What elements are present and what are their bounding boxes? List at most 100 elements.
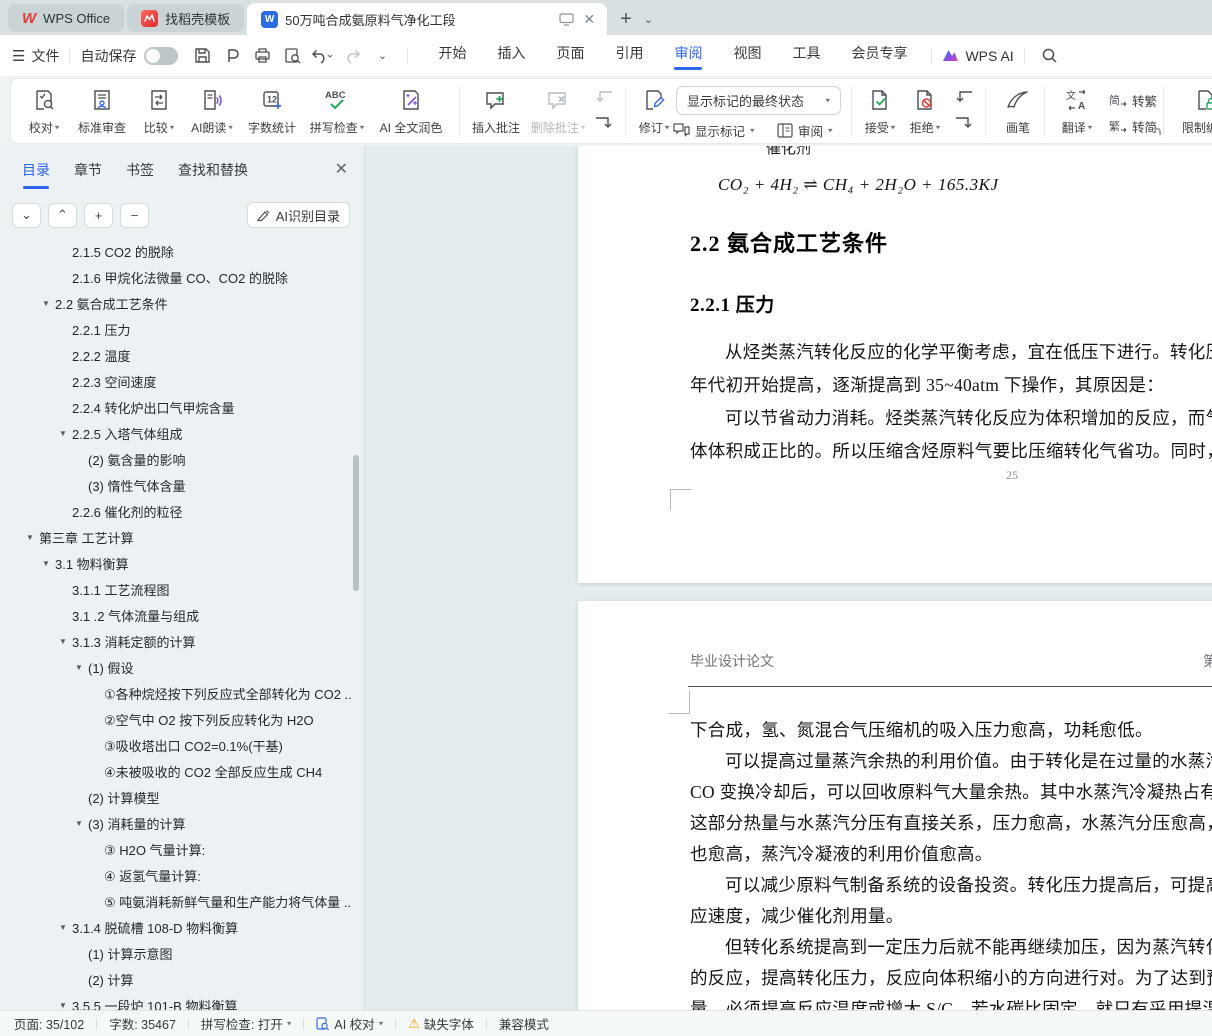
toc-item[interactable]: ④未被吸收的 CO2 全部反应生成 CH4 (0, 758, 352, 784)
toc-item[interactable]: 3.1 .2 气体流量与组成 (0, 602, 352, 628)
tab-list-chevron-icon[interactable]: ⌄ (644, 13, 653, 26)
toc-item[interactable]: (2) 计算模型 (0, 784, 352, 810)
collapse-chevron-icon[interactable]: ▼ (75, 819, 88, 828)
word-count-indicator[interactable]: 字数: 35467 (109, 1014, 176, 1033)
toc-item[interactable]: ▼ (3) 消耗量的计算 (0, 810, 352, 836)
close-sidebar-icon[interactable]: ✕ (335, 159, 348, 179)
collapse-all-button[interactable]: ⌃ (48, 202, 77, 228)
toc-item[interactable]: ②空气中 O2 按下列反应转化为 H2O (0, 706, 352, 732)
collapse-chevron-icon[interactable]: ▼ (42, 559, 55, 568)
main-menu-icon[interactable]: ☰ (12, 47, 25, 65)
review-pane-button[interactable]: 审阅 ▾ (777, 119, 833, 141)
translate-button[interactable]: 文A 翻译 ▾ (1051, 84, 1103, 140)
page-indicator[interactable]: 页面: 35/102 (14, 1014, 84, 1033)
tab-wps-office[interactable]: W WPS Office (8, 4, 125, 32)
collapse-chevron-icon[interactable]: ▼ (75, 663, 88, 672)
word-count-button[interactable]: 12 字数统计 (241, 84, 303, 140)
toc-item[interactable]: 2.2.6 催化剂的粒径 (0, 498, 352, 524)
zoom-out-button[interactable]: − (120, 202, 149, 228)
tab-docer-templates[interactable]: 找稻壳模板 (127, 4, 245, 32)
print-preview-icon[interactable] (279, 44, 305, 68)
search-icon[interactable] (1037, 44, 1063, 68)
export-pdf-icon[interactable] (219, 44, 245, 68)
file-menu[interactable]: 文件 (31, 46, 59, 66)
menu-tab-member[interactable]: 会员专享 (849, 42, 909, 70)
sidebar-tab-find-replace[interactable]: 查找和替换 (178, 160, 248, 189)
screen-cast-icon[interactable] (559, 12, 575, 26)
collapse-chevron-icon[interactable]: ▼ (26, 533, 39, 542)
collapse-chevron-icon[interactable]: ▼ (59, 1001, 72, 1010)
tab-document[interactable]: W 50万吨合成氨原料气净化工段 ✕ (247, 3, 608, 35)
to-traditional-button[interactable]: 简 转繁 (1109, 89, 1157, 111)
menu-tab-reference[interactable]: 引用 (613, 42, 645, 70)
autosave-toggle[interactable] (144, 46, 179, 65)
to-simplified-button[interactable]: 繁 转简 (1109, 115, 1157, 137)
menu-tab-page[interactable]: 页面 (554, 42, 586, 70)
toc-item[interactable]: ▼ (1) 假设 (0, 654, 352, 680)
toc-item[interactable]: (2) 氨含量的影响 (0, 446, 352, 472)
toc-item[interactable]: ④ 返氢气量计算: (0, 862, 352, 888)
undo-icon[interactable] (309, 44, 335, 68)
spell-check-button[interactable]: ABC 拼写检查 ▾ (305, 84, 369, 140)
menu-tab-tools[interactable]: 工具 (790, 42, 822, 70)
collapse-chevron-icon[interactable]: ▼ (59, 637, 72, 646)
toc-item[interactable]: (3) 惰性气体含量 (0, 472, 352, 498)
menu-tab-home[interactable]: 开始 (436, 42, 468, 70)
wps-ai-button[interactable]: WPS AI (942, 48, 1014, 64)
ai-recognize-toc-button[interactable]: AI识别目录 (246, 202, 350, 228)
ink-pen-button[interactable]: 画笔 (993, 84, 1043, 140)
standard-review-button[interactable]: 标准审查 (71, 84, 133, 140)
sidebar-tab-contents[interactable]: 目录 (22, 160, 50, 189)
toc-item[interactable]: ▼ 3.1 物料衡算 (0, 550, 352, 576)
toc-item[interactable]: 2.2.3 空间速度 (0, 368, 352, 394)
collapse-chevron-icon[interactable]: ▼ (59, 923, 72, 932)
toc-item[interactable]: ▼ 3.5.5 一段炉 101-B 物料衡算 (0, 992, 352, 1011)
zoom-in-button[interactable]: + (84, 202, 113, 228)
collapse-chevron-icon[interactable]: ▼ (42, 299, 55, 308)
proofread-button[interactable]: 校对 ▾ (19, 84, 69, 140)
reject-change-button[interactable]: 拒绝 ▾ (902, 84, 948, 140)
track-changes-button[interactable]: 修订 ▾ (631, 84, 677, 140)
toc-item[interactable]: ▼ 第三章 工艺计算 (0, 524, 352, 550)
missing-font-warning[interactable]: ⚠ 缺失字体 (408, 1014, 474, 1033)
toc-item[interactable]: 3.1.1 工艺流程图 (0, 576, 352, 602)
document-page-25[interactable]: 催化剂 CO₂ + 4H₂ ⇌ CH₄ + 2H₂O + 165.3KJ 2.2… (578, 146, 1212, 583)
markup-state-select[interactable]: 显示标记的最终状态 ▾ (676, 86, 841, 115)
previous-comment-icon[interactable] (593, 89, 615, 107)
spell-check-status[interactable]: 拼写检查: 打开 ▾ (201, 1014, 291, 1033)
toc-item[interactable]: 2.2.1 压力 (0, 316, 352, 342)
new-tab-button[interactable]: + (620, 9, 632, 29)
toc-item[interactable]: ▼ 3.1.4 脱硫槽 108-D 物料衡算 (0, 914, 352, 940)
document-page-26[interactable]: 毕业设计论文 第 下合成，氢、氮混合气压缩机的吸入压力愈高，功耗愈低。 可以提高过… (578, 601, 1212, 1010)
toc-item[interactable]: ③ H2O 气量计算: (0, 836, 352, 862)
menu-tab-insert[interactable]: 插入 (495, 42, 527, 70)
sidebar-tab-bookmarks[interactable]: 书签 (126, 160, 154, 189)
close-tab-icon[interactable]: ✕ (581, 11, 597, 28)
sidebar-scrollbar[interactable] (353, 455, 359, 591)
save-icon[interactable] (189, 44, 215, 68)
next-comment-icon[interactable] (593, 115, 615, 133)
restrict-edit-button[interactable]: 限制编辑 (1171, 84, 1212, 140)
toc-item[interactable]: ⑤ 吨氨消耗新鲜气量和生产能力将气体量 ... (0, 888, 352, 914)
accept-change-button[interactable]: 接受 ▾ (858, 84, 902, 140)
previous-change-icon[interactable] (953, 89, 975, 107)
toc-item[interactable]: (2) 计算 (0, 966, 352, 992)
menu-tab-view[interactable]: 视图 (731, 42, 763, 70)
toc-item[interactable]: ▼ 3.1.3 消耗定额的计算 (0, 628, 352, 654)
next-change-icon[interactable] (953, 115, 975, 133)
toc-item[interactable]: 2.1.5 CO2 的脱除 (0, 238, 352, 264)
toc-item[interactable]: 2.2.2 温度 (0, 342, 352, 368)
ai-proofread-status[interactable]: AI 校对 ▾ (316, 1014, 383, 1033)
toc-item[interactable]: 2.2.4 转化炉出口气甲烷含量 (0, 394, 352, 420)
toc-item[interactable]: ▼ 2.2.5 入塔气体组成 (0, 420, 352, 446)
more-commands-chevron-icon[interactable]: ⌄ (369, 44, 395, 68)
sidebar-tab-chapters[interactable]: 章节 (74, 160, 102, 189)
collapse-chevron-icon[interactable]: ▼ (59, 429, 72, 438)
ai-polish-button[interactable]: AI 全文润色 (369, 84, 453, 140)
toc-item[interactable]: 2.1.6 甲烷化法微量 CO、CO2 的脱除 (0, 264, 352, 290)
toc-item[interactable]: ③吸收塔出口 CO2=0.1%(干基) (0, 732, 352, 758)
show-markup-button[interactable]: 显示标记 ▾ (673, 119, 755, 141)
insert-comment-button[interactable]: 插入批注 (467, 84, 525, 140)
expand-all-button[interactable]: ⌄ (12, 202, 41, 228)
compare-button[interactable]: 比较 ▾ (135, 84, 183, 140)
